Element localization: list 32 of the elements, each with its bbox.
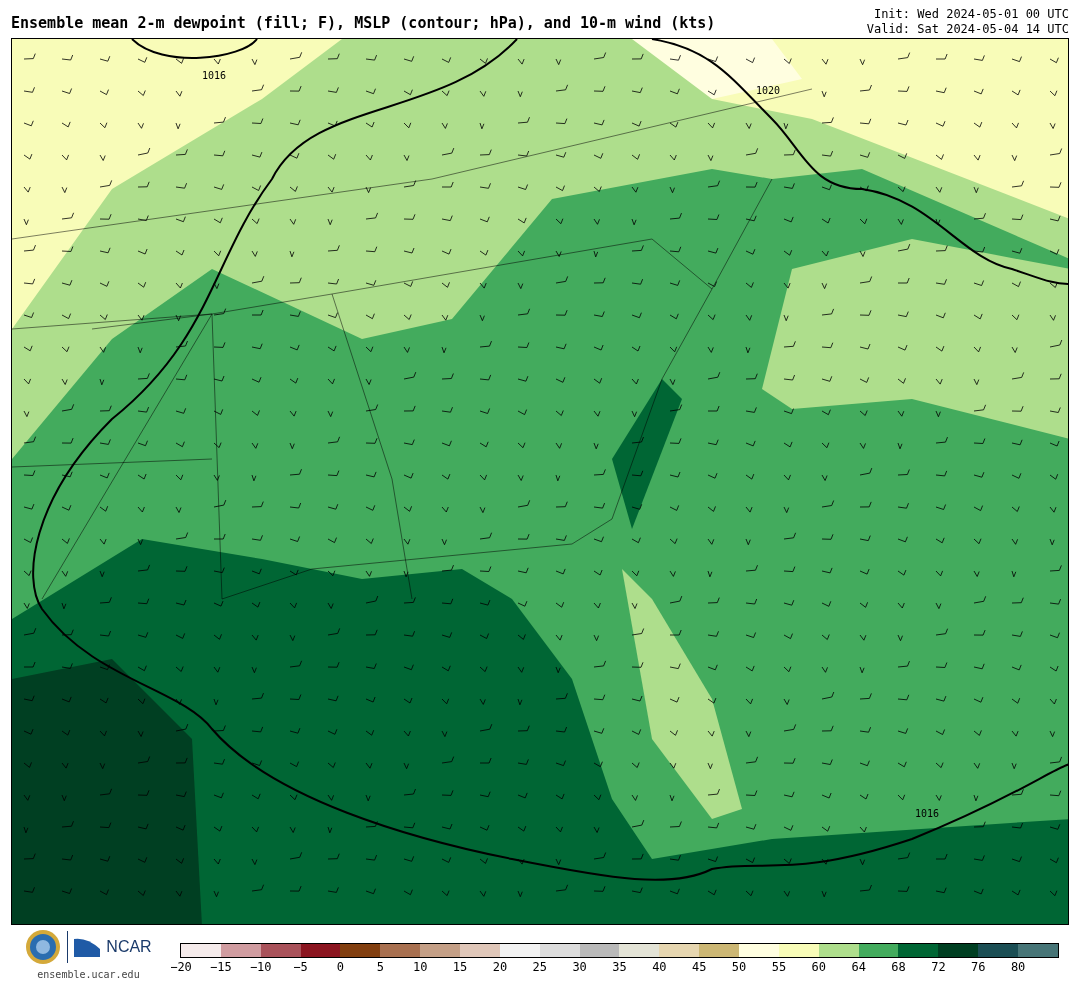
tick-label: 40 xyxy=(652,960,667,974)
contour-label: 1016 xyxy=(202,70,227,81)
contour-label: 1020 xyxy=(756,85,781,96)
tick-label: 15 xyxy=(452,960,468,974)
plot-title: Ensemble mean 2-m dewpoint (fill; F), MSLP (contour; hPa), and 10-m wind (kts) xyxy=(11,12,716,34)
tick-label: 35 xyxy=(612,960,627,974)
tick-label: 72 xyxy=(931,960,946,974)
tick-label: 50 xyxy=(731,960,747,974)
init-time: Init: Wed 2024-05-01 00 UTC xyxy=(873,7,1069,22)
tick-label: 68 xyxy=(891,960,906,974)
tick-label: 45 xyxy=(692,960,707,974)
tick-label: −15 xyxy=(210,960,232,974)
tick-label: 0 xyxy=(336,960,345,974)
tick-label: −5 xyxy=(293,960,308,974)
tick-label: 76 xyxy=(971,960,986,974)
tick-label: 20 xyxy=(492,960,508,974)
valid-time: Valid: Sat 2024-05-04 14 UTC xyxy=(866,22,1069,37)
tick-label: 60 xyxy=(811,960,827,974)
tick-label: 80 xyxy=(1010,960,1026,974)
seal-icon xyxy=(25,929,62,965)
contour-label: 1016 xyxy=(915,808,940,819)
tick-label: 10 xyxy=(412,960,428,974)
tick-label: 55 xyxy=(771,960,787,974)
tick-label: 25 xyxy=(532,960,547,974)
tick-label: 30 xyxy=(572,960,587,974)
tick-label: −20 xyxy=(170,960,192,974)
tick-label: 5 xyxy=(376,960,384,974)
site-url: ensemble.ucar.edu xyxy=(37,968,140,982)
logo-text: NCAR xyxy=(106,937,152,957)
tick-label: 64 xyxy=(851,960,866,974)
flag-icon xyxy=(74,937,101,957)
tick-label: −10 xyxy=(249,960,272,974)
